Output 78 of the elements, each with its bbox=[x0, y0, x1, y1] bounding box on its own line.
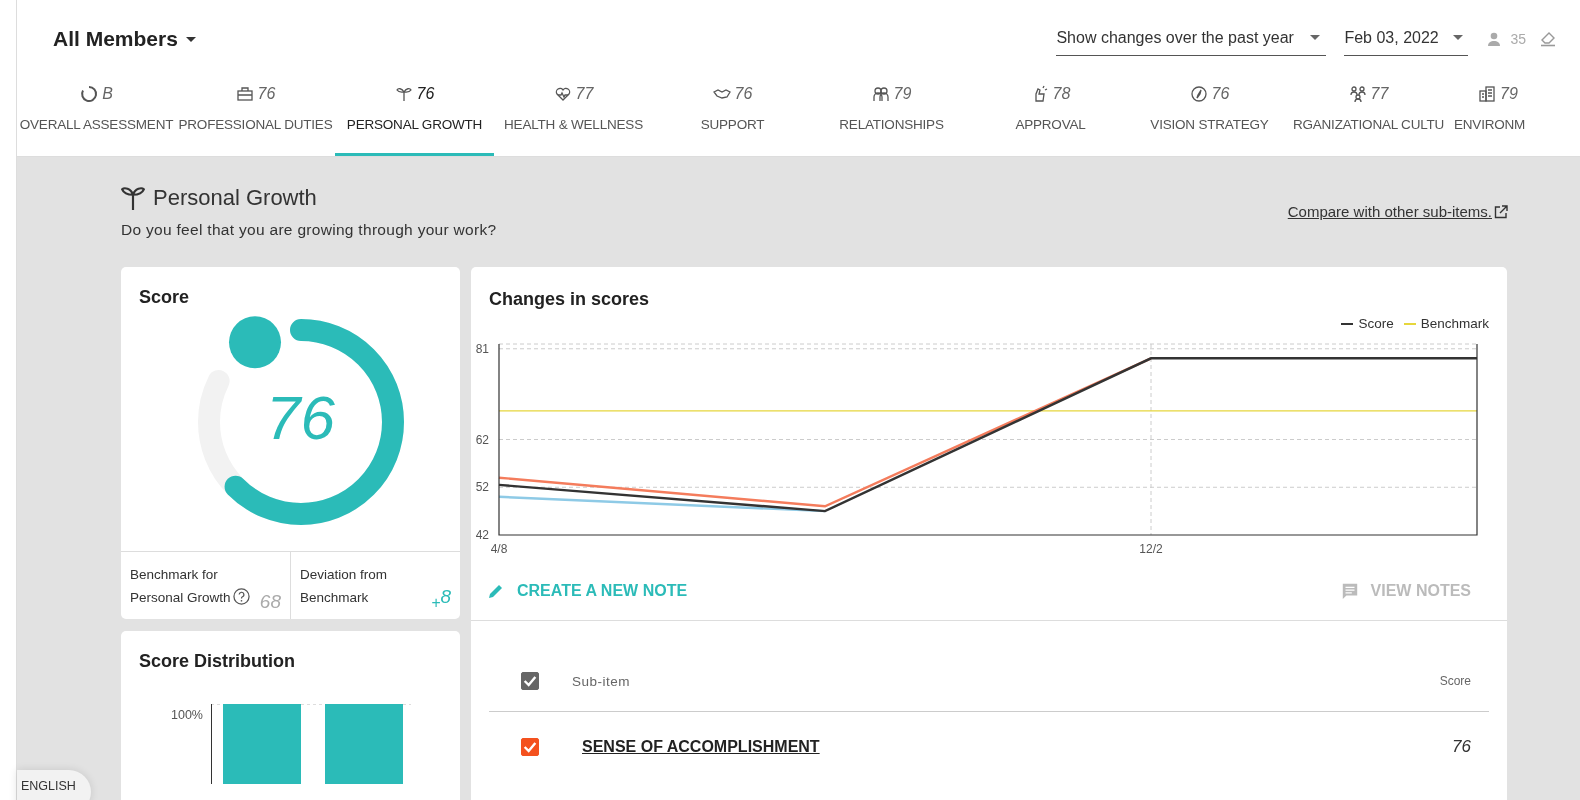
category-icon bbox=[1189, 85, 1208, 103]
category-score: 77 bbox=[575, 85, 594, 103]
category-score: 76 bbox=[1211, 85, 1230, 103]
category-label: RELATIONSHIPS bbox=[839, 117, 944, 132]
category-tab[interactable]: 76 SUPPORT bbox=[653, 78, 812, 156]
category-score: 78 bbox=[1052, 85, 1071, 103]
category-tab[interactable]: 76 VISION STRATEGY bbox=[1130, 78, 1289, 156]
column-header: Score bbox=[1439, 674, 1471, 688]
section-title: Personal Growth bbox=[153, 185, 317, 211]
category-label: PERSONAL GROWTH bbox=[346, 117, 483, 132]
category-label: OVERALL ASSESSMENT bbox=[19, 117, 174, 132]
category-label: APPROVAL bbox=[1015, 117, 1086, 132]
category-score: 79 bbox=[893, 85, 912, 103]
category-label: PROFESSIONAL DUTIES bbox=[178, 117, 333, 132]
section-question: Do you feel that you are growing through your work? bbox=[121, 221, 497, 239]
card-title: Score Distribution bbox=[139, 651, 296, 672]
category-label: SUPPORT bbox=[700, 117, 765, 132]
category-score: 77 bbox=[1370, 85, 1389, 103]
card-title: Score bbox=[138, 287, 191, 308]
row-checkbox[interactable] bbox=[521, 738, 539, 756]
category-tab[interactable]: 76 PROFESSIONAL DUTIES bbox=[176, 78, 335, 156]
caret-icon bbox=[1452, 35, 1463, 40]
category-tab[interactable]: B OVERALL ASSESSMENT bbox=[17, 78, 176, 156]
external-link-icon bbox=[1494, 204, 1508, 219]
category-score: 76 bbox=[257, 85, 276, 103]
caret-icon bbox=[1310, 35, 1321, 40]
legend-label: Score bbox=[1358, 316, 1394, 331]
period-select[interactable]: Show changes over the past year bbox=[1056, 22, 1327, 56]
category-score: 79 bbox=[1500, 85, 1518, 103]
subitem-link[interactable]: SENSE OF ACCOMPLISHMENT bbox=[582, 738, 1453, 756]
category-icon bbox=[235, 85, 254, 103]
help-icon[interactable] bbox=[232, 588, 250, 605]
category-score: 76 bbox=[416, 85, 435, 103]
person-icon bbox=[1486, 31, 1503, 47]
deviation-value: $_{+}$8 bbox=[431, 587, 451, 611]
category-score: 76 bbox=[734, 85, 753, 103]
deviation-label: Deviation from Benchmark bbox=[300, 566, 389, 607]
card-title: Changes in scores bbox=[488, 288, 651, 310]
category-tab[interactable]: 79 RELATIONSHIPS bbox=[812, 78, 971, 156]
category-tab[interactable]: 78 APPROVAL bbox=[971, 78, 1130, 156]
category-icon bbox=[394, 85, 413, 103]
y-tick-label: 62 bbox=[475, 432, 489, 447]
y-tick-label: 52 bbox=[475, 480, 489, 495]
legend-label: Benchmark bbox=[1420, 316, 1489, 331]
y-tick-label: 81 bbox=[475, 341, 489, 356]
category-icon bbox=[80, 85, 99, 103]
caret-icon bbox=[185, 36, 196, 42]
category-tab[interactable]: 79 ENVIRONM bbox=[1448, 78, 1535, 156]
category-label: ENVIRONM bbox=[1454, 117, 1526, 132]
table-cell: 76 bbox=[1452, 737, 1471, 757]
category-icon bbox=[871, 85, 890, 103]
pencil-icon bbox=[487, 582, 505, 600]
y-tick-label: 42 bbox=[475, 528, 489, 542]
x-tick-label: 12/2 bbox=[1139, 542, 1163, 556]
category-icon bbox=[553, 85, 572, 103]
benchmark-label: Benchmark for Personal Growth bbox=[130, 563, 256, 609]
members-dropdown[interactable]: All Members bbox=[53, 27, 196, 51]
category-score: B bbox=[102, 85, 113, 103]
language-button[interactable]: ENGLISH bbox=[17, 770, 91, 800]
comment-icon bbox=[1340, 582, 1359, 600]
score-value: 76 bbox=[265, 382, 336, 453]
category-tab[interactable]: 77 HEALTH & WELLNESS bbox=[494, 78, 653, 156]
category-icon bbox=[1478, 85, 1496, 103]
category-icon bbox=[1348, 85, 1367, 103]
date-select[interactable]: Feb 03, 2022 bbox=[1344, 22, 1469, 56]
category-label: HEALTH & WELLNESS bbox=[504, 117, 643, 132]
benchmark-value: 68 bbox=[259, 592, 281, 611]
category-label: RGANIZATIONAL CULTU bbox=[1292, 117, 1445, 132]
category-label: VISION STRATEGY bbox=[1150, 117, 1269, 132]
sprout-icon bbox=[121, 185, 145, 211]
member-count: 35 bbox=[1510, 31, 1526, 47]
category-tab[interactable]: 77 RGANIZATIONAL CULTU bbox=[1289, 78, 1448, 156]
column-header: Sub-item bbox=[572, 673, 632, 689]
x-tick-label: 4/8 bbox=[490, 542, 508, 556]
compare-link[interactable]: Compare with other sub-items. bbox=[1287, 203, 1508, 220]
eraser-icon[interactable] bbox=[1540, 31, 1556, 47]
select-all-checkbox[interactable] bbox=[521, 672, 539, 690]
axis-label: 100% bbox=[171, 708, 203, 722]
